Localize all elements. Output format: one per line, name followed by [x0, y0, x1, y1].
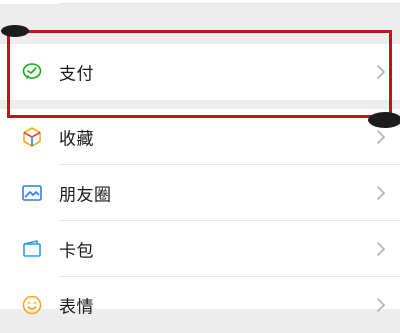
menu-item-label: 卡包 — [59, 241, 94, 262]
menu-item-moments[interactable]: 朋友圈 — [0, 165, 400, 221]
chevron-right-icon — [376, 241, 386, 257]
menu-item-stickers[interactable]: 表情 — [0, 277, 400, 333]
pay-group: 支付 — [0, 44, 400, 100]
chevron-right-icon — [376, 185, 386, 201]
menu-item-label: 朋友圈 — [59, 185, 112, 206]
menu-item-card-wallet[interactable]: 卡包 — [0, 221, 400, 277]
menu-item-label: 支付 — [59, 64, 94, 85]
moments-picture-icon — [21, 182, 43, 204]
menu-item-label: 表情 — [59, 297, 94, 318]
annotation-marker — [1, 25, 29, 37]
menu-item-pay[interactable]: 支付 — [0, 44, 400, 100]
row-divider — [59, 3, 400, 4]
previous-row-stub — [0, 0, 400, 4]
menu-item-favorites[interactable]: 收藏 — [0, 109, 400, 165]
wechat-pay-icon — [21, 61, 43, 83]
emoji-smile-icon — [21, 294, 43, 316]
chevron-right-icon — [376, 64, 386, 80]
features-group: 收藏 朋友圈 卡包 表情 — [0, 109, 400, 318]
chevron-right-icon — [376, 129, 386, 145]
favorites-cube-icon — [21, 126, 43, 148]
chevron-right-icon — [376, 297, 386, 313]
menu-item-label: 收藏 — [59, 129, 94, 150]
card-wallet-icon — [21, 238, 43, 260]
